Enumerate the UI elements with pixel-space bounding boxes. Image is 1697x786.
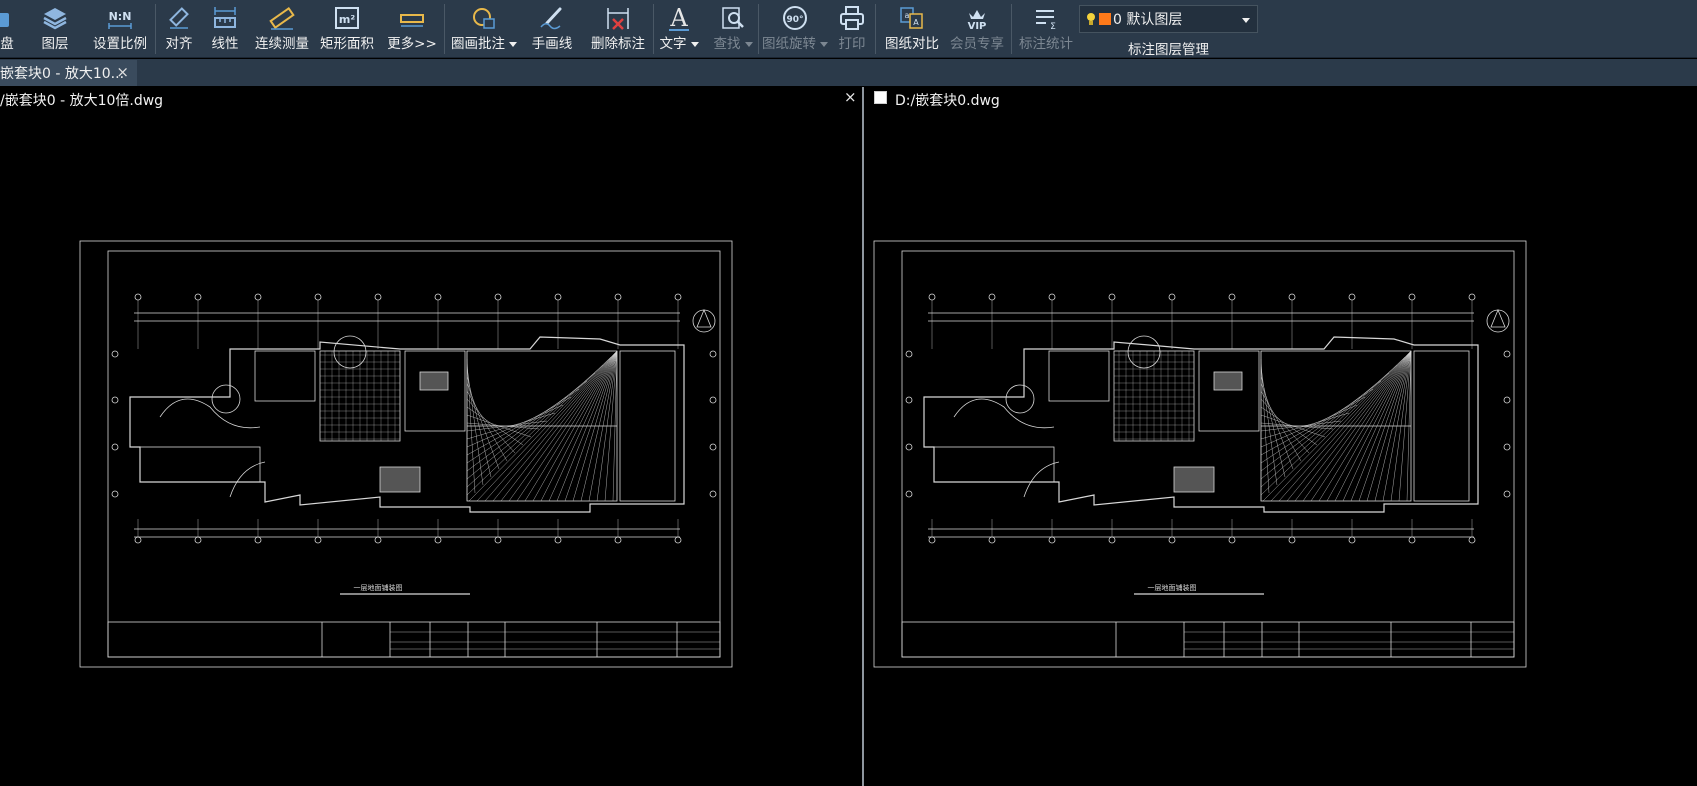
layers-icon (42, 0, 68, 36)
drawing-caption: 一层地面铺装图 (1148, 583, 1197, 592)
layer-select[interactable]: 0 默认图层 (1079, 5, 1258, 33)
document-tab-bar: 嵌套块0 - 放大10... × (0, 59, 1697, 86)
set-scale-button[interactable]: N:N 设置比例 (90, 0, 150, 58)
circle-annotate-label: 圈画批注 (451, 36, 517, 52)
text-button[interactable]: A 文字 (656, 0, 702, 58)
chevron-down-icon (1242, 18, 1250, 23)
svg-text:a: a (905, 11, 910, 20)
toolbar-separator (444, 4, 445, 54)
vip-icon: VIP (962, 0, 992, 36)
document-tab[interactable]: 嵌套块0 - 放大10... × (0, 60, 137, 86)
chevron-down-icon (509, 41, 517, 47)
set-scale-label: 设置比例 (93, 36, 147, 52)
vip-button[interactable]: VIP 会员专享 (947, 0, 1007, 58)
rect-area-label: 矩形面积 (320, 36, 374, 52)
print-icon (838, 0, 866, 36)
cad-drawing-sheet: 一层地面铺装图 (873, 240, 1527, 668)
scale-icon: N:N (106, 0, 134, 36)
continuous-measure-icon (268, 0, 296, 36)
continuous-measure-label: 连续测量 (255, 36, 309, 52)
more-tools-icon (398, 0, 426, 36)
svg-text:N:N: N:N (109, 10, 132, 23)
document-tab-label: 嵌套块0 - 放大10... (0, 66, 125, 82)
align-icon (166, 0, 192, 36)
toolbar-separator (875, 4, 876, 54)
chevron-down-icon (744, 41, 753, 47)
sheet-inner-border (901, 250, 1515, 658)
svg-text:VIP: VIP (968, 21, 987, 31)
annotation-stats-label: 标注统计 (1019, 36, 1073, 52)
more-tools-label: 更多>> (387, 36, 437, 52)
layer-manage-button[interactable]: 标注图层管理 (1128, 38, 1209, 58)
rotate-label: 图纸旋转 (762, 36, 828, 52)
svg-text:m²: m² (339, 13, 355, 26)
print-button[interactable]: 打印 (836, 0, 868, 58)
left-drawing-pane[interactable]: /嵌套块0 - 放大10倍.dwg × 一层地面铺装图 (0, 87, 862, 786)
continuous-measure-button[interactable]: 连续测量 (252, 0, 312, 58)
vip-label: 会员专享 (950, 36, 1004, 52)
lightbulb-icon (1087, 13, 1095, 25)
disk-icon (0, 0, 15, 36)
layers-label: 图层 (41, 36, 69, 52)
find-button[interactable]: 查找 (710, 0, 756, 58)
sheet-outer-border (873, 240, 1527, 668)
delete-annotation-icon (604, 0, 632, 36)
compare-label: 图纸对比 (885, 36, 939, 52)
compare-button[interactable]: a A 图纸对比 (881, 0, 943, 58)
left-drawing-canvas[interactable]: 一层地面铺装图 (0, 87, 862, 786)
print-label: 打印 (838, 36, 866, 52)
freehand-label: 手画线 (531, 36, 573, 52)
right-drawing-pane[interactable]: D:/嵌套块0.dwg 一层地面铺装图 (864, 87, 1697, 786)
annotation-stats-icon: Σ (1032, 0, 1060, 36)
align-button[interactable]: 对齐 (162, 0, 196, 58)
toolbar-separator (653, 4, 654, 54)
find-label: 查找 (714, 36, 753, 52)
find-icon (719, 0, 747, 36)
cad-drawing-sheet: 一层地面铺装图 (79, 240, 733, 668)
rect-area-button[interactable]: m² 矩形面积 (318, 0, 376, 58)
layer-select-value: 0 默认图层 (1113, 12, 1183, 28)
text-label: 文字 (660, 36, 699, 52)
delete-annotation-button[interactable]: 删除标注 (588, 0, 648, 58)
rotate-icon: 90° (781, 0, 809, 36)
svg-text:A: A (913, 18, 919, 27)
disk-label: 盘 (0, 36, 14, 52)
freehand-button[interactable]: 手画线 (528, 0, 576, 58)
title-block (107, 621, 721, 658)
linear-dimension-icon (212, 0, 238, 36)
svg-text:90°: 90° (786, 15, 803, 25)
layer-color-swatch (1099, 13, 1111, 25)
svg-text:Σ: Σ (1050, 22, 1056, 31)
drawing-caption: 一层地面铺装图 (354, 583, 403, 592)
close-icon[interactable]: × (116, 63, 129, 81)
text-icon: A (665, 0, 693, 36)
delete-annotation-label: 删除标注 (591, 36, 645, 52)
svg-text:A: A (669, 4, 688, 32)
sheet-inner-border (107, 250, 721, 658)
chevron-down-icon (820, 41, 828, 47)
toolbar-separator (758, 4, 759, 54)
title-block (901, 621, 1515, 658)
main-toolbar: 盘 图层 N:N 设置比例 对齐 线性 连续测量 m² 矩形面积 更多>> 圈画… (0, 0, 1697, 58)
rect-area-icon: m² (333, 0, 361, 36)
disk-button[interactable]: 盘 (0, 0, 20, 58)
compare-icon: a A (898, 0, 926, 36)
layers-button[interactable]: 图层 (38, 0, 72, 58)
linear-dimension-button[interactable]: 线性 (208, 0, 242, 58)
chevron-down-icon (690, 41, 699, 47)
linear-dimension-label: 线性 (211, 36, 239, 52)
align-label: 对齐 (165, 36, 193, 52)
circle-annotate-button[interactable]: 圈画批注 (450, 0, 518, 58)
rotate-button[interactable]: 90° 图纸旋转 (760, 0, 830, 58)
sheet-outer-border (79, 240, 733, 668)
more-tools-button[interactable]: 更多>> (386, 0, 438, 58)
freehand-icon (538, 0, 566, 36)
toolbar-separator (155, 4, 156, 54)
circle-annotate-icon (470, 0, 498, 36)
annotation-stats-button[interactable]: Σ 标注统计 (1016, 0, 1076, 58)
toolbar-separator (1011, 4, 1012, 54)
right-drawing-canvas[interactable]: 一层地面铺装图 (864, 87, 1697, 786)
